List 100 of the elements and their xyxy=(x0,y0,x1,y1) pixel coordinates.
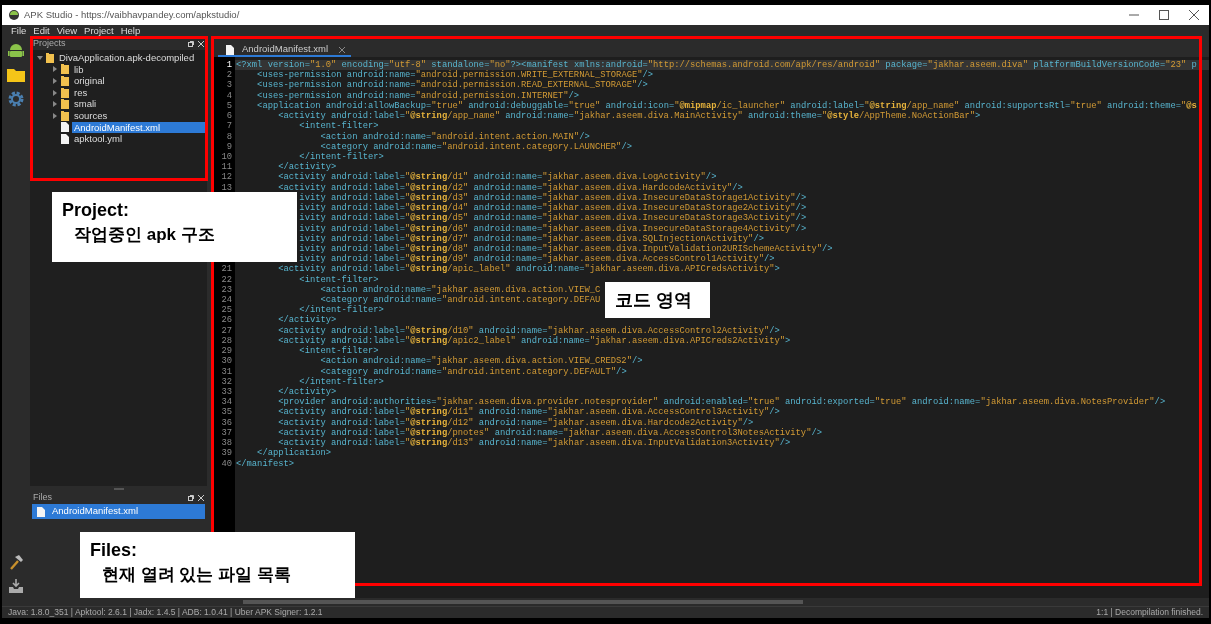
callout-text: 코드 영역 xyxy=(615,289,693,312)
code-line: </activity> xyxy=(277,315,337,326)
panel-title: Files xyxy=(33,491,52,505)
line-number: 39 xyxy=(220,448,233,459)
expand-arrow-icon[interactable] xyxy=(53,101,57,108)
line-number: 9 xyxy=(225,141,233,152)
line-number: 21 xyxy=(220,264,233,275)
code-line: <action android:name="jakhar.aseem.diva.action.VIEW_C xyxy=(319,284,601,295)
code-line: ivity android:label="@string/d8" android:name="jakhar.aseem.diva.InputValidation2URISchemeActivity"/> xyxy=(298,243,833,254)
code-line: <activity android:label="@string/d11" android:name="jakhar.aseem.diva.AccessControl3Activity"/> xyxy=(277,407,780,418)
folder-icon xyxy=(46,52,54,63)
tree-item[interactable]: DivaApplication.apk-decompiled xyxy=(57,52,197,64)
status-text: 1:1 | Decompilation finished. xyxy=(1096,606,1203,619)
code-line: ivity android:label="@string/d4" android:name="jakhar.aseem.diva.InsecureDataStorage2Activity"/> xyxy=(298,203,807,214)
menu-item[interactable]: Help xyxy=(120,24,141,39)
line-number: 37 xyxy=(220,427,233,439)
code-line: <activity android:label="@string/d13" android:name="jakhar.aseem.diva.InputValidation3Activity"/> xyxy=(278,438,791,449)
expand-arrow-icon[interactable] xyxy=(53,66,57,73)
line-number: 10 xyxy=(220,151,233,163)
code-line: <activity android:label="@string/d12" android:name="jakhar.aseem.diva.Hardcode2Activity"/> xyxy=(277,417,754,428)
code-line: </activity> xyxy=(277,387,337,397)
code-line: <uses-permission android:name="android.permission.INTERNET"/> xyxy=(256,90,580,101)
tree-item[interactable]: lib xyxy=(72,63,86,76)
float-icon[interactable] xyxy=(188,41,194,47)
line-number: 40 xyxy=(220,458,233,469)
code-line: <intent-filter> xyxy=(298,346,379,357)
file-icon xyxy=(226,44,234,55)
code-line: ivity android:label="@string/d5" android:name="jakhar.aseem.diva.InsecureDataStorage3Activity"/> xyxy=(298,213,807,224)
tree-item[interactable]: apktool.yml xyxy=(72,133,125,145)
code-line: <category android:name="android.intent.category.LAUNCHER"/> xyxy=(319,141,632,152)
line-number: 33 xyxy=(220,387,233,398)
code-line: <activity android:label="@string/d1" android:name="jakhar.aseem.diva.LogActivity"/> xyxy=(277,172,717,183)
line-number: 22 xyxy=(220,274,233,285)
close-icon[interactable] xyxy=(198,495,204,501)
line-number: 38 xyxy=(220,438,233,449)
expand-arrow-icon[interactable] xyxy=(53,112,57,119)
android-icon[interactable] xyxy=(8,42,24,59)
code-line: <intent-filter> xyxy=(298,274,379,285)
tree-item[interactable]: res xyxy=(72,86,90,99)
tree-item[interactable]: smali xyxy=(72,98,99,110)
line-number: 36 xyxy=(220,417,233,428)
line-number: 29 xyxy=(220,346,233,357)
tree-item[interactable]: sources xyxy=(72,109,110,122)
file-list-item[interactable]: AndroidManifest.xml xyxy=(32,504,205,519)
settings-icon[interactable] xyxy=(7,90,25,108)
code-line: <activity android:label="@string/d2" android:name="jakhar.aseem.diva.HardcodeActivity"/> xyxy=(277,182,743,193)
line-number: 35 xyxy=(220,407,233,418)
code-line: <category android:name="android.intent.category.DEFAULT"/> xyxy=(319,366,627,377)
code-line: <activity android:label="@string/app_name" android:name="jakhar.aseem.diva.MainActivity" android:theme="@style/AppTheme.NoActionBar"> xyxy=(277,111,981,122)
code-line: </intent-filter> xyxy=(298,376,384,387)
close-icon[interactable] xyxy=(198,41,204,47)
editor-tab[interactable]: AndroidManifest.xml xyxy=(218,44,352,57)
line-number: 13 xyxy=(220,182,233,193)
line-number: 25 xyxy=(220,305,233,316)
file-icon xyxy=(37,506,45,517)
window-title: APK Studio - https://vaibhavpandey.com/apkstudio/ xyxy=(24,7,240,22)
install-icon[interactable] xyxy=(8,578,24,594)
callout-title: Project: xyxy=(62,199,131,222)
line-number: 24 xyxy=(220,295,233,306)
code-line: <activity android:label="@string/apic_label" android:name="jakhar.aseem.diva.APICredsActivity"> xyxy=(277,264,780,275)
status-text: Java: 1.8.0_351 | Apktool: 2.6.1 | Jadx: 1.4.5 | ADB: 1.0.41 | Uber APK Signer: 1.2.1 xyxy=(8,606,323,619)
line-number: 28 xyxy=(220,335,233,347)
expand-arrow-icon[interactable] xyxy=(53,78,57,84)
menu-item[interactable]: View xyxy=(56,24,78,39)
code-line: <activity android:label="@string/apic2_label" android:name="jakhar.aseem.diva.APICreds2Activity"> xyxy=(277,335,791,346)
callout-text: 작업중인 apk 구조 xyxy=(73,224,216,247)
line-number: 3 xyxy=(225,80,233,91)
code-line: <uses-permission android:name="android.permission.WRITE_EXTERNAL_STORAGE"/> xyxy=(256,70,654,81)
menu-item[interactable]: Project xyxy=(84,24,114,39)
tree-item[interactable]: original xyxy=(72,75,107,87)
folder-icon[interactable] xyxy=(7,67,25,82)
code-line: <provider android:authorities="jakhar.aseem.diva.provider.notesprovider" android:enabled="true" android:exported="true" android:name="jakhar.aseem.diva.NotesProvider"/> xyxy=(277,397,1166,408)
code-line: <application android:allowBackup="true" android:debuggable="true" android:icon="@mipmap/ic_launcher" android:label="@string/app_name" android:supportsRtl="true" android:theme="@s xyxy=(256,100,1197,111)
line-number: 4 xyxy=(225,90,233,101)
code-line: <action android:name="android.intent.action.MAIN"/> xyxy=(319,131,590,142)
code-line: </activity> xyxy=(277,162,337,173)
code-line: <action android:name="jakhar.aseem.diva.action.VIEW_CREDS2"/> xyxy=(319,356,643,367)
menu-item[interactable]: Edit xyxy=(33,24,50,39)
code-line: <intent-filter> xyxy=(298,121,379,132)
expand-arrow-icon[interactable] xyxy=(53,89,57,96)
hammer-icon[interactable] xyxy=(8,554,24,570)
close-icon[interactable] xyxy=(339,46,346,53)
line-number: 6 xyxy=(225,111,233,122)
float-icon[interactable] xyxy=(188,495,194,501)
line-number: 1 xyxy=(225,60,233,71)
line-number: 32 xyxy=(220,376,233,387)
scrollbar-thumb[interactable] xyxy=(243,600,803,604)
line-number: 23 xyxy=(220,284,233,296)
line-number: 5 xyxy=(225,100,233,112)
menu-item[interactable]: File xyxy=(11,24,27,39)
code-line: ivity android:label="@string/d9" android:name="jakhar.aseem.diva.AccessControl1Activity"/> xyxy=(299,254,775,265)
callout-title: Files: xyxy=(90,539,138,562)
code-line: <category android:name="android.intent.category.DEFAU xyxy=(320,295,601,306)
code-line: </manifest> xyxy=(235,458,295,469)
panel-title: Projects xyxy=(33,37,66,51)
callout-text: 현재 열려 있는 파일 목록 xyxy=(101,564,292,587)
tree-item[interactable]: AndroidManifest.xml xyxy=(72,121,207,134)
line-number: 11 xyxy=(220,162,233,173)
line-number: 27 xyxy=(220,325,233,336)
line-number: 26 xyxy=(220,315,233,326)
